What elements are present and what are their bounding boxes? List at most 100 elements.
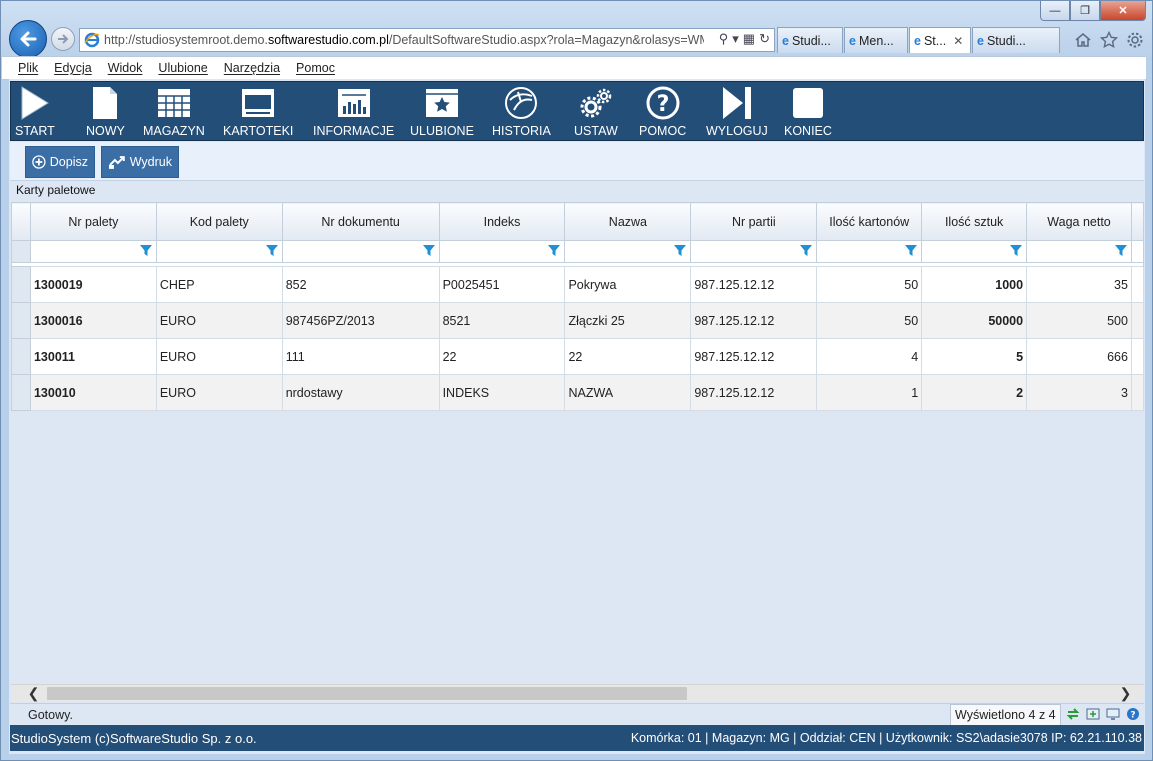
column-header[interactable]: Ilość sztuk bbox=[921, 202, 1028, 241]
cell-pallet-code: EURO bbox=[155, 374, 283, 411]
browser-tab[interactable]: e Men... bbox=[844, 27, 908, 53]
ie-tab-icon: e bbox=[849, 33, 856, 48]
header-row: Nr palety Kod palety Nr dokumentu Indeks… bbox=[11, 202, 1144, 241]
column-header[interactable]: Indeks bbox=[438, 202, 566, 241]
menu-item-edycja[interactable]: Edycja bbox=[46, 61, 100, 75]
print-icon bbox=[108, 156, 125, 169]
compat-view-icon[interactable]: ▦ bbox=[743, 31, 755, 47]
maximize-button[interactable]: ❐ bbox=[1070, 1, 1100, 21]
browser-tab[interactable]: e Studi... bbox=[777, 27, 843, 53]
column-header[interactable]: Kod palety bbox=[155, 202, 283, 241]
filter-icon[interactable] bbox=[800, 245, 813, 257]
menu-item-pomoc[interactable]: Pomoc bbox=[288, 61, 343, 75]
screen-icon[interactable] bbox=[1106, 707, 1120, 721]
add-button[interactable]: Dopisz bbox=[25, 146, 95, 178]
toolbar-label: HISTORIA bbox=[492, 124, 551, 138]
app-footer: StudioSystem (c)SoftwareStudio Sp. z o.o… bbox=[10, 725, 1144, 751]
back-button[interactable] bbox=[9, 20, 47, 58]
cell-filler bbox=[1130, 266, 1144, 303]
cell-batch-number: 987.125.12.12 bbox=[690, 302, 818, 339]
row-selector[interactable] bbox=[11, 302, 31, 339]
cell-piece-count: 50000 bbox=[921, 302, 1028, 339]
filter-icon[interactable] bbox=[548, 245, 561, 257]
close-tab-icon[interactable]: ✕ bbox=[953, 34, 963, 48]
filter-icon[interactable] bbox=[139, 245, 152, 257]
filter-cell[interactable] bbox=[690, 240, 818, 263]
cell-batch-number: 987.125.12.12 bbox=[690, 338, 818, 375]
scrollbar-thumb[interactable] bbox=[47, 687, 687, 700]
filter-icon[interactable] bbox=[1010, 245, 1023, 257]
filter-cell[interactable] bbox=[155, 240, 283, 263]
search-icon[interactable]: ⚲ bbox=[719, 31, 729, 47]
refresh-icon[interactable]: ↻ bbox=[759, 31, 770, 47]
scroll-left-icon[interactable]: ❮ bbox=[25, 685, 42, 702]
browser-tab[interactable]: e Studi... bbox=[972, 27, 1060, 53]
menu-item-narzedzia[interactable]: Narzędzia bbox=[216, 61, 288, 75]
address-bar[interactable]: http://studiosystemroot.demo.softwarestu… bbox=[79, 28, 775, 52]
footer-session-info: Komórka: 01 | Magazyn: MG | Oddział: CEN… bbox=[630, 731, 1142, 745]
tab-label: Studi... bbox=[791, 33, 831, 48]
toolbar-help-button[interactable]: ? POMOC bbox=[639, 86, 686, 138]
toolbar-favorites-button[interactable]: ULUBIONE bbox=[410, 86, 474, 138]
filter-cell[interactable] bbox=[921, 240, 1028, 263]
toolbar-label: START bbox=[15, 124, 55, 138]
scroll-right-icon[interactable]: ❯ bbox=[1117, 685, 1134, 702]
settings-gear-icon[interactable] bbox=[1126, 31, 1144, 49]
history-icon bbox=[505, 87, 538, 119]
horizontal-scrollbar[interactable]: ❮ ❯ bbox=[11, 684, 1144, 702]
export-icon[interactable] bbox=[1086, 707, 1100, 721]
svg-text:?: ? bbox=[1130, 711, 1135, 721]
refresh-arrows-icon[interactable] bbox=[1066, 707, 1080, 721]
status-text: Gotowy. bbox=[28, 708, 73, 722]
filter-cell[interactable] bbox=[816, 240, 923, 263]
menu-item-ulubione[interactable]: Ulubione bbox=[150, 61, 215, 75]
browser-tab-active[interactable]: e St... ✕ bbox=[909, 27, 971, 53]
forward-button[interactable] bbox=[51, 27, 75, 51]
cell-pallet-code: EURO bbox=[155, 302, 283, 339]
filter-cell[interactable] bbox=[1026, 240, 1132, 263]
filter-cell[interactable] bbox=[438, 240, 566, 263]
forward-arrow-icon bbox=[58, 34, 69, 44]
filter-cell[interactable] bbox=[564, 240, 692, 263]
column-header[interactable]: Nr partii bbox=[690, 202, 818, 241]
home-icon[interactable] bbox=[1074, 31, 1092, 49]
filter-icon[interactable] bbox=[265, 245, 278, 257]
table-row[interactable]: 130011 EURO 111 22 22 987.125.12.12 4 5 … bbox=[11, 338, 1144, 375]
tab-label: St... bbox=[923, 33, 947, 48]
toolbar-records-button[interactable]: KARTOTEKI bbox=[223, 86, 293, 138]
table-row[interactable]: 1300019 CHEP 852 P0025451 Pokrywa 987.12… bbox=[11, 266, 1144, 303]
dropdown-arrow-icon[interactable]: ▾ bbox=[732, 31, 739, 47]
toolbar-info-button[interactable]: INFORMACJE bbox=[313, 86, 394, 138]
help-circle-icon[interactable]: ? bbox=[1126, 707, 1140, 721]
table-row[interactable]: 130010 EURO nrdostawy INDEKS NAZWA 987.1… bbox=[11, 374, 1144, 411]
column-header[interactable]: Nr palety bbox=[29, 202, 157, 241]
toolbar-logout-button[interactable]: WYLOGUJ bbox=[706, 86, 768, 138]
filter-icon[interactable] bbox=[674, 245, 687, 257]
column-header[interactable]: Nazwa bbox=[564, 202, 692, 241]
print-button[interactable]: Wydruk bbox=[101, 146, 179, 178]
cell-carton-count: 50 bbox=[816, 266, 923, 303]
column-header[interactable]: Ilość kartonów bbox=[816, 202, 923, 241]
row-selector[interactable] bbox=[11, 266, 31, 303]
column-header[interactable]: Nr dokumentu bbox=[281, 202, 440, 241]
toolbar-settings-button[interactable]: USTAW bbox=[574, 86, 618, 138]
filter-icon[interactable] bbox=[1114, 245, 1127, 257]
toolbar-warehouse-button[interactable]: MAGAZYN bbox=[143, 86, 205, 138]
close-window-button[interactable]: ✕ bbox=[1100, 1, 1146, 21]
minimize-button[interactable]: — bbox=[1040, 1, 1070, 21]
menu-item-widok[interactable]: Widok bbox=[100, 61, 151, 75]
filter-icon[interactable] bbox=[905, 245, 918, 257]
row-selector[interactable] bbox=[11, 338, 31, 375]
filter-cell[interactable] bbox=[29, 240, 157, 263]
filter-icon[interactable] bbox=[422, 245, 435, 257]
toolbar-history-button[interactable]: HISTORIA bbox=[492, 86, 551, 138]
favorites-star-icon[interactable] bbox=[1100, 31, 1118, 49]
toolbar-start-button[interactable]: START bbox=[15, 86, 55, 138]
toolbar-new-button[interactable]: NOWY bbox=[86, 86, 125, 138]
filter-cell[interactable] bbox=[281, 240, 440, 263]
row-selector[interactable] bbox=[11, 374, 31, 411]
table-row[interactable]: 1300016 EURO 987456PZ/2013 8521 Złączki … bbox=[11, 302, 1144, 339]
menu-item-plik[interactable]: Plik bbox=[2, 61, 46, 75]
toolbar-exit-button[interactable]: KONIEC bbox=[784, 86, 832, 138]
column-header[interactable]: Waga netto bbox=[1026, 202, 1132, 241]
